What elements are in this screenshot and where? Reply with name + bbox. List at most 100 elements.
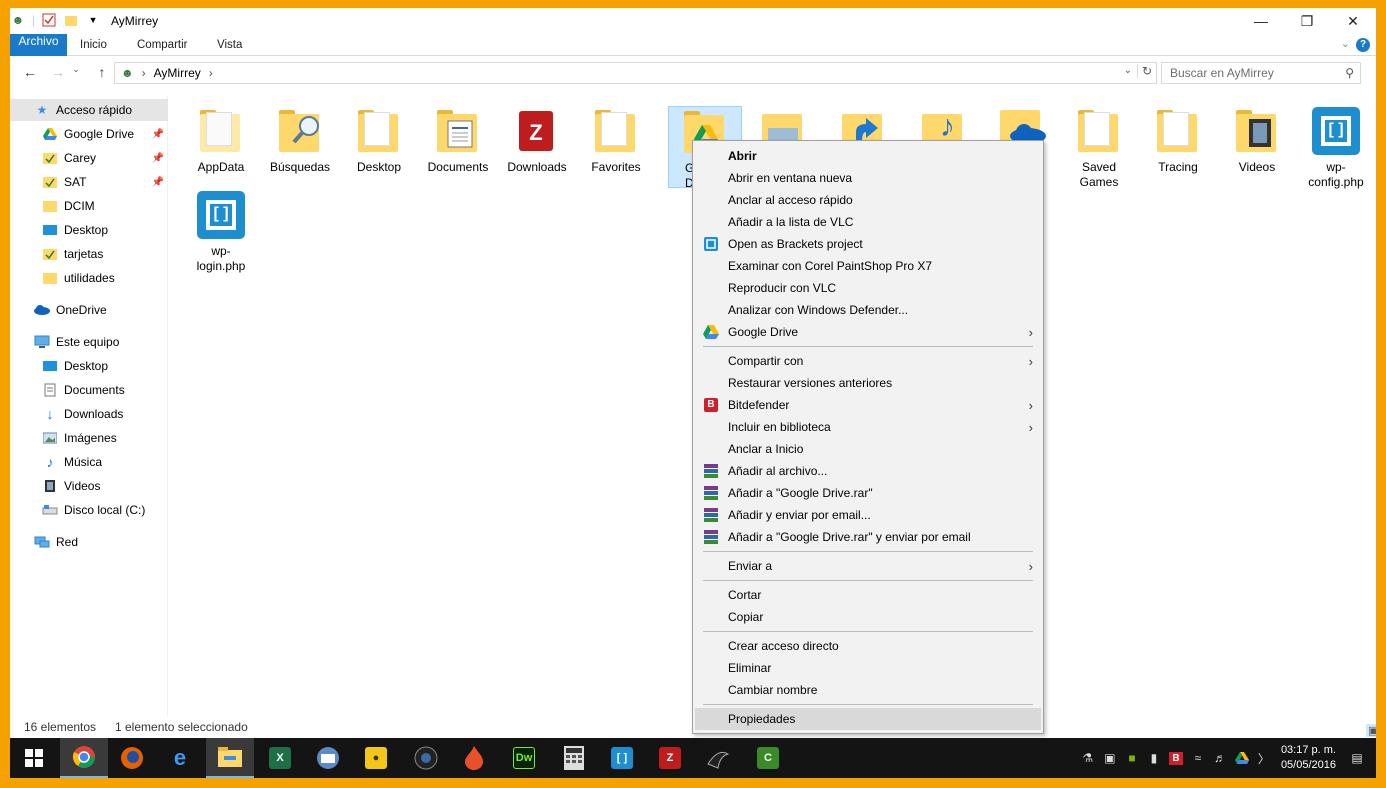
- tray-sync-icon[interactable]: ▣: [1099, 747, 1121, 769]
- taskbar-bulb-app[interactable]: ●: [352, 738, 400, 778]
- file-item[interactable]: Tracing: [1141, 106, 1215, 175]
- nvidia-icon[interactable]: ■: [1121, 747, 1143, 769]
- menu-item-abrir[interactable]: Abrir: [695, 145, 1041, 167]
- file-item[interactable]: [ ] wp-login.php: [184, 190, 258, 274]
- tab-inicio[interactable]: Inicio: [70, 34, 117, 56]
- menu-item-compartir-con[interactable]: Compartir con ›: [695, 350, 1041, 372]
- taskbar-fire-app[interactable]: [450, 738, 498, 778]
- menu-item-rar-add[interactable]: Añadir al archivo...: [695, 460, 1041, 482]
- menu-item-anclar-acceso-rapido[interactable]: Anclar al acceso rápido: [695, 189, 1041, 211]
- menu-item-enviar-a[interactable]: Enviar a ›: [695, 555, 1041, 577]
- start-button[interactable]: [10, 738, 58, 778]
- sidebar-item-sat[interactable]: SAT 📌: [10, 171, 168, 193]
- search-input[interactable]: Buscar en AyMirrey ⚲: [1161, 62, 1361, 84]
- breadcrumb[interactable]: AyMirrey: [154, 66, 201, 80]
- taskbar-camtasia[interactable]: C: [744, 738, 792, 778]
- volume-icon[interactable]: ♬: [1209, 747, 1231, 769]
- taskbar-chrome[interactable]: [60, 738, 108, 778]
- sidebar-item-carey[interactable]: Carey 📌: [10, 147, 168, 169]
- file-item[interactable]: Saved Games: [1062, 106, 1136, 190]
- menu-item-rar-named-email[interactable]: Añadir a "Google Drive.rar" y enviar por…: [695, 526, 1041, 548]
- sidebar-item-utilidades[interactable]: utilidades: [10, 267, 168, 289]
- sidebar-item-documents[interactable]: Documents: [10, 379, 168, 401]
- large-icons-view-icon[interactable]: ▣: [1366, 724, 1376, 737]
- menu-item-propiedades[interactable]: Propiedades: [695, 708, 1041, 730]
- taskbar-excel[interactable]: X: [256, 738, 304, 778]
- close-button[interactable]: ✕: [1330, 8, 1376, 34]
- file-item[interactable]: [ ] wp-config.php: [1299, 106, 1373, 190]
- menu-item-corel[interactable]: Examinar con Corel PaintShop Pro X7: [695, 255, 1041, 277]
- menu-item-crear-acceso-directo[interactable]: Crear acceso directo: [695, 635, 1041, 657]
- sidebar-item-musica[interactable]: ♪ Música: [10, 451, 168, 473]
- file-item[interactable]: Desktop: [342, 106, 416, 175]
- sidebar-item-dcim[interactable]: DCIM: [10, 195, 168, 217]
- taskbar-dreamweaver[interactable]: Dw: [500, 738, 548, 778]
- qat-dropdown-icon[interactable]: ▼: [85, 12, 101, 28]
- menu-item-brackets[interactable]: Open as Brackets project: [695, 233, 1041, 255]
- taskbar-file-explorer[interactable]: [206, 738, 254, 778]
- address-bar[interactable]: ☻ › AyMirrey › ⌄ ↻: [114, 62, 1157, 84]
- sidebar-item-desktop[interactable]: Desktop: [10, 219, 168, 241]
- bitdefender-tray-icon[interactable]: B: [1165, 747, 1187, 769]
- tray-app-icon[interactable]: ⚗: [1077, 747, 1099, 769]
- expand-ribbon-icon[interactable]: ⌄: [1341, 37, 1350, 50]
- sidebar-item-this-pc[interactable]: Este equipo: [10, 331, 168, 353]
- menu-item-cambiar-nombre[interactable]: Cambiar nombre: [695, 679, 1041, 701]
- language-icon[interactable]: 〉: [1253, 747, 1275, 769]
- taskbar-filezilla[interactable]: Z: [646, 738, 694, 778]
- refresh-icon[interactable]: ↻: [1136, 64, 1152, 78]
- recent-locations-icon[interactable]: ⌄: [66, 64, 86, 82]
- taskbar-brackets[interactable]: [ ]: [598, 738, 646, 778]
- restore-button[interactable]: ❐: [1284, 8, 1330, 34]
- up-button[interactable]: ↑: [92, 64, 112, 82]
- menu-item-vlc-play[interactable]: Reproducir con VLC: [695, 277, 1041, 299]
- taskbar-camera-app[interactable]: [402, 738, 450, 778]
- menu-item-cortar[interactable]: Cortar: [695, 584, 1041, 606]
- file-item[interactable]: Videos: [1220, 106, 1294, 175]
- menu-item-abrir-ventana-nueva[interactable]: Abrir en ventana nueva: [695, 167, 1041, 189]
- new-folder-icon[interactable]: [63, 12, 79, 28]
- minimize-button[interactable]: —: [1238, 8, 1284, 34]
- sidebar-item-network[interactable]: Red: [10, 531, 168, 553]
- back-button[interactable]: ←: [20, 64, 40, 82]
- menu-item-google-drive[interactable]: Google Drive ›: [695, 321, 1041, 343]
- sidebar-item-videos[interactable]: Videos: [10, 475, 168, 497]
- taskbar-firefox[interactable]: [108, 738, 156, 778]
- address-dropdown-icon[interactable]: ⌄: [1124, 65, 1132, 76]
- menu-item-copiar[interactable]: Copiar: [695, 606, 1041, 628]
- clock[interactable]: 03:17 p. m. 05/05/2016: [1281, 743, 1336, 773]
- sidebar-item-imagenes[interactable]: Imágenes: [10, 427, 168, 449]
- sidebar-item-google-drive[interactable]: Google Drive 📌: [10, 123, 168, 145]
- menu-item-rar-add-named[interactable]: Añadir a "Google Drive.rar": [695, 482, 1041, 504]
- file-item[interactable]: Búsquedas: [263, 106, 337, 175]
- file-item[interactable]: AppData: [184, 106, 258, 175]
- menu-item-bitdefender[interactable]: B Bitdefender ›: [695, 394, 1041, 416]
- sidebar-item-onedrive[interactable]: OneDrive: [10, 299, 168, 321]
- file-item[interactable]: Favorites: [579, 106, 653, 175]
- battery-icon[interactable]: ▮: [1143, 747, 1165, 769]
- google-drive-tray-icon[interactable]: [1231, 747, 1253, 769]
- menu-item-anclar-inicio[interactable]: Anclar a Inicio: [695, 438, 1041, 460]
- sidebar-item-downloads[interactable]: ↓ Downloads: [10, 403, 168, 425]
- sidebar-item-quick-access[interactable]: ★ Acceso rápido: [10, 99, 168, 121]
- tab-vista[interactable]: Vista: [207, 34, 252, 56]
- sidebar-item-tarjetas[interactable]: tarjetas: [10, 243, 168, 265]
- tab-compartir[interactable]: Compartir: [127, 34, 197, 56]
- help-icon[interactable]: ?: [1356, 38, 1370, 52]
- file-item[interactable]: Documents: [421, 106, 495, 175]
- sidebar-item-local-disk[interactable]: Disco local (C:): [10, 499, 168, 521]
- sidebar-item-pc-desktop[interactable]: Desktop: [10, 355, 168, 377]
- properties-icon[interactable]: [41, 12, 57, 28]
- taskbar-calculator[interactable]: [550, 738, 598, 778]
- file-item[interactable]: Z Downloads: [500, 106, 574, 175]
- menu-item-defender[interactable]: Analizar con Windows Defender...: [695, 299, 1041, 321]
- menu-item-eliminar[interactable]: Eliminar: [695, 657, 1041, 679]
- notifications-icon[interactable]: ▤: [1346, 747, 1368, 769]
- menu-item-rar-email[interactable]: Añadir y enviar por email...: [695, 504, 1041, 526]
- forward-button[interactable]: →: [48, 64, 68, 82]
- menu-item-restaurar-versiones[interactable]: Restaurar versiones anteriores: [695, 372, 1041, 394]
- menu-item-incluir-biblioteca[interactable]: Incluir en biblioteca ›: [695, 416, 1041, 438]
- taskbar-edge[interactable]: e: [156, 738, 204, 778]
- menu-item-vlc-list[interactable]: Añadir a la lista de VLC: [695, 211, 1041, 233]
- taskbar-inkscape[interactable]: [694, 738, 742, 778]
